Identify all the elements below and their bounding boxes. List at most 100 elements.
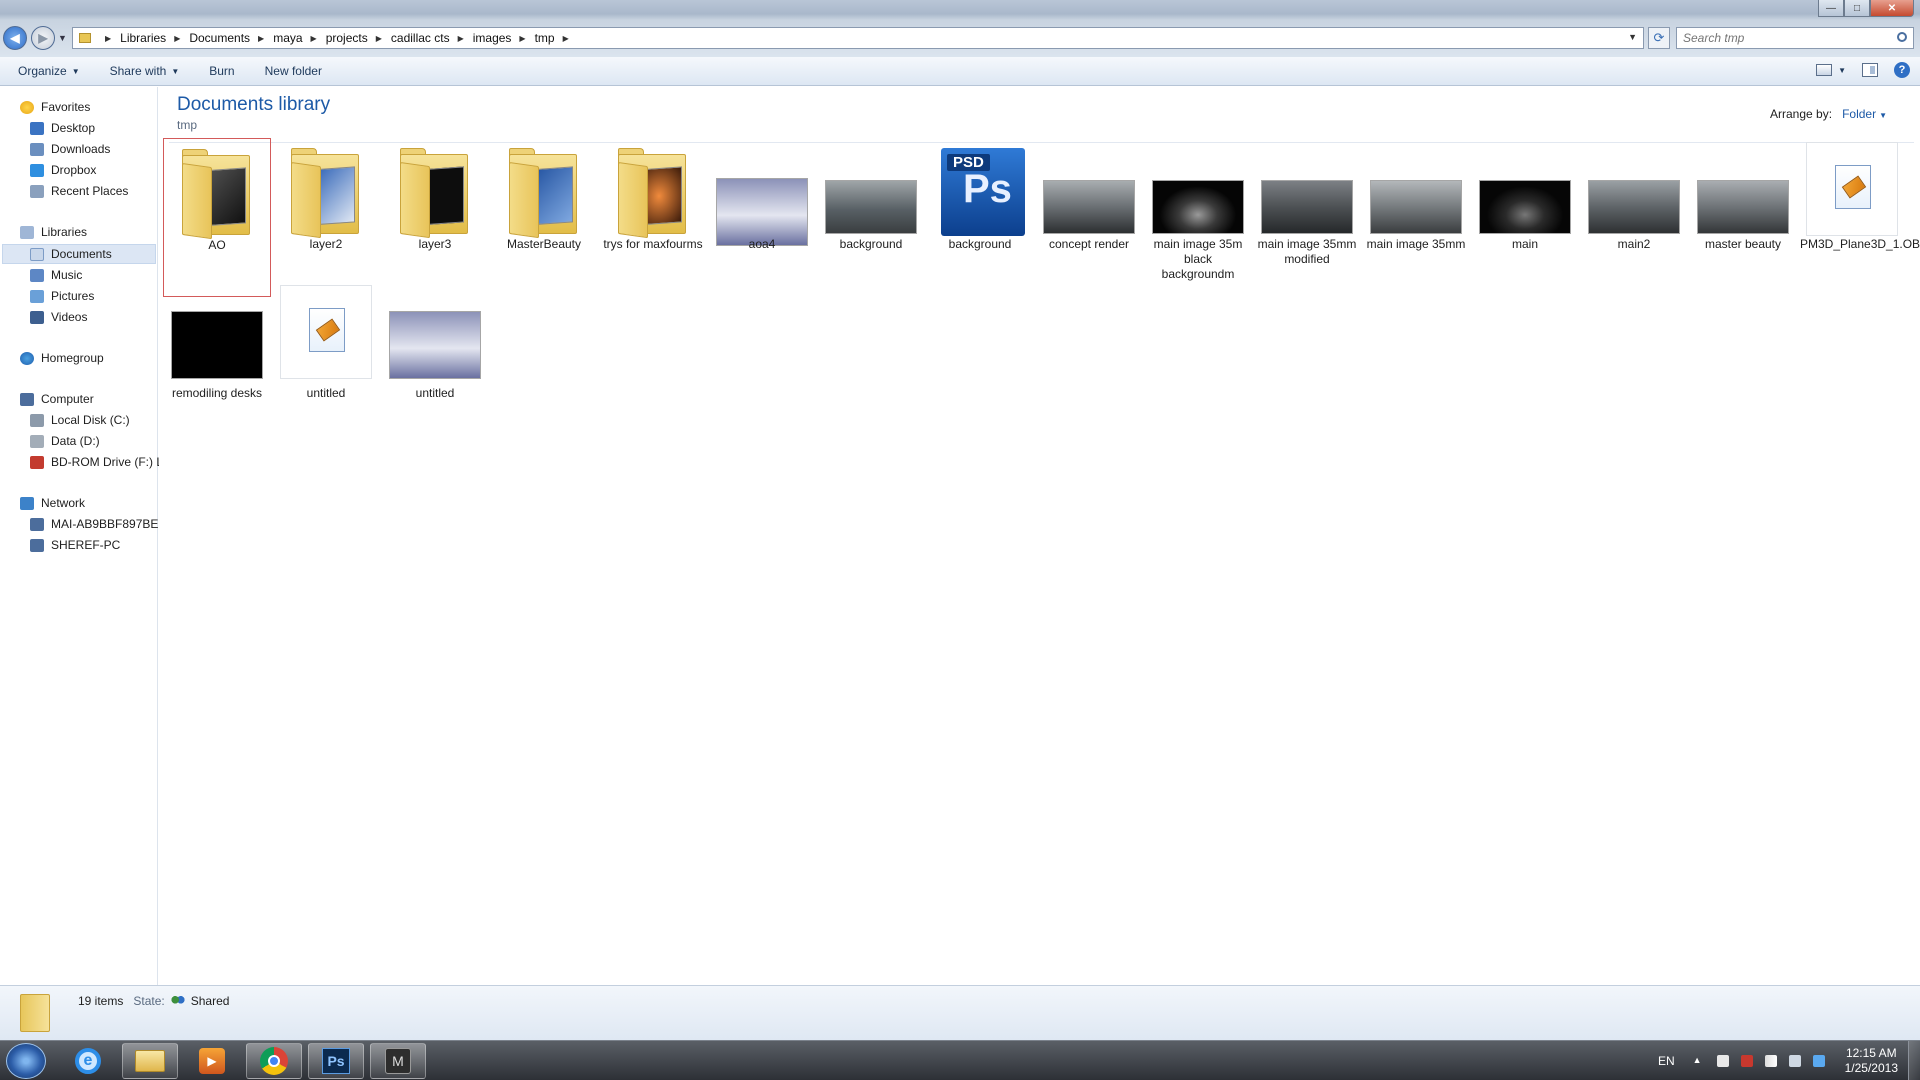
show-desktop-button[interactable] [1908,1041,1920,1080]
network-signal-icon[interactable] [1764,1055,1777,1067]
file-item[interactable]: trys for maxfourms [599,138,707,297]
nav-desktop[interactable]: Desktop [30,121,95,135]
nav-favorites[interactable]: Favorites [20,100,90,114]
show-hidden-icons-icon[interactable]: ▲ [1693,1055,1705,1067]
forward-button[interactable]: ▶ [31,26,55,50]
change-view-icon[interactable] [1816,64,1833,76]
preview-pane-icon[interactable] [1862,63,1878,77]
chevron-right-icon[interactable]: ▶ [458,34,464,43]
nav-pictures[interactable]: Pictures [30,289,94,303]
file-item[interactable]: remodiling desks [163,297,271,427]
breadcrumb-documents[interactable]: Documents [189,31,250,45]
nav-downloads[interactable]: Downloads [30,142,110,156]
file-item[interactable]: main [1471,138,1579,297]
file-item[interactable]: layer3 [381,138,489,297]
file-item[interactable]: concept render [1035,138,1143,297]
breadcrumb: ▶ Libraries ▶ Documents ▶ maya ▶ projects ▶ … [97,31,578,45]
breadcrumb-tmp[interactable]: tmp [535,31,555,45]
file-item[interactable]: PSD Ps background [926,138,1034,297]
file-item[interactable]: MasterBeauty [490,138,598,297]
homegroup-icon [20,351,34,365]
chevron-right-icon[interactable]: ▶ [563,34,569,43]
file-item[interactable]: PM3D_Plane3D_1.OBJ [1798,138,1920,297]
search-box[interactable] [1676,27,1914,49]
file-item[interactable]: AO [163,138,271,297]
breadcrumb-projects[interactable]: projects [326,31,368,45]
taskbar-media-player[interactable]: ▶ [184,1043,240,1079]
file-item[interactable]: aoa4 [708,138,816,297]
refresh-button[interactable]: ⟳ [1648,27,1670,49]
clock[interactable]: 12:15 AM 1/25/2013 [1845,1046,1898,1076]
file-item[interactable]: main image 35mm modified [1253,138,1361,297]
new-folder-button[interactable]: New folder [265,64,322,78]
burn-button[interactable]: Burn [209,64,234,78]
taskbar-windows-explorer[interactable] [122,1043,178,1079]
nav-network-computer[interactable]: SHEREF-PC [30,538,120,552]
command-bar: Organize ▼ Share with ▼ Burn New folder ▼ … [0,57,1920,86]
file-item[interactable]: layer2 [272,138,380,297]
taskbar-internet-explorer[interactable]: e [60,1043,116,1079]
disc-drive-icon [30,455,44,469]
share-with-button[interactable]: Share with ▼ [110,64,180,78]
chevron-right-icon[interactable]: ▶ [311,34,317,43]
navigation-pane: Favorites Desktop Downloads Dropbox Rece… [0,87,163,985]
maximize-button[interactable]: □ [1844,0,1870,17]
file-item[interactable]: background [817,138,925,297]
taskbar-photoshop[interactable]: Ps [308,1043,364,1079]
nav-music[interactable]: Music [30,268,82,282]
help-icon[interactable]: ? [1894,62,1910,78]
nav-videos[interactable]: Videos [30,310,87,324]
address-history-dropdown[interactable]: ▼ [1628,32,1637,42]
view-options-dropdown[interactable]: ▼ [1838,66,1846,75]
recent-pages-dropdown[interactable]: ▼ [58,33,67,43]
nav-recent-places[interactable]: Recent Places [30,184,128,198]
nav-label: Data (D:) [51,434,100,448]
status-details: 19 items State: Shared [78,994,229,1008]
chevron-right-icon[interactable]: ▶ [376,34,382,43]
close-button[interactable]: ✕ [1870,0,1914,17]
breadcrumb-cadillac-cts[interactable]: cadillac cts [391,31,450,45]
volume-icon[interactable] [1788,1055,1801,1067]
breadcrumb-libraries[interactable]: Libraries [120,31,166,45]
nav-documents[interactable]: Documents [2,244,156,264]
minimize-button[interactable]: — [1818,0,1844,17]
taskbar-maya[interactable]: M [370,1043,426,1079]
chevron-right-icon[interactable]: ▶ [258,34,264,43]
file-item[interactable]: master beauty [1689,138,1797,297]
dropbox-tray-icon[interactable] [1812,1055,1825,1067]
chevron-right-icon[interactable]: ▶ [105,34,111,43]
action-center-flag-icon[interactable] [1716,1055,1729,1067]
file-item[interactable]: main image 35mm [1362,138,1470,297]
image-thumbnail [389,311,481,379]
taskbar-chrome[interactable] [246,1043,302,1079]
search-input[interactable] [1677,28,1877,48]
address-bar[interactable]: ▶ Libraries ▶ Documents ▶ maya ▶ projects ▶ … [72,27,1644,49]
nav-homegroup[interactable]: Homegroup [20,351,104,365]
file-item[interactable]: main2 [1580,138,1688,297]
chevron-down-icon[interactable]: ▼ [1879,111,1887,120]
nav-network-computer[interactable]: MAI-AB9BBF897BE [30,517,158,531]
file-item[interactable]: untitled [272,285,380,427]
nav-network[interactable]: Network [20,496,85,510]
breadcrumb-maya[interactable]: maya [273,31,302,45]
file-item[interactable]: untitled [381,297,489,427]
nav-computer[interactable]: Computer [20,392,94,406]
nav-local-disk-c[interactable]: Local Disk (C:) [30,413,130,427]
nav-bd-rom-drive[interactable]: BD-ROM Drive (F:) L [30,455,163,469]
breadcrumb-images[interactable]: images [473,31,512,45]
arrange-by-dropdown[interactable]: Folder [1842,107,1876,121]
organize-button[interactable]: Organize ▼ [18,64,80,78]
security-icon[interactable] [1740,1055,1753,1067]
back-button[interactable]: ◀ [3,26,27,50]
forward-arrow-icon: ▶ [38,31,48,45]
nav-dropbox[interactable]: Dropbox [30,163,96,177]
start-button[interactable] [6,1043,46,1079]
nav-libraries[interactable]: Libraries [20,225,87,239]
file-item[interactable]: main image 35m black backgroundm [1144,138,1252,297]
language-indicator[interactable]: EN [1658,1054,1675,1068]
nav-data-d[interactable]: Data (D:) [30,434,100,448]
taskbar: e ▶ Ps M EN ▲ 12:15 AM 1/25/2013 [0,1040,1920,1080]
chevron-right-icon[interactable]: ▶ [519,34,525,43]
search-icon[interactable] [1897,32,1907,42]
chevron-right-icon[interactable]: ▶ [174,34,180,43]
